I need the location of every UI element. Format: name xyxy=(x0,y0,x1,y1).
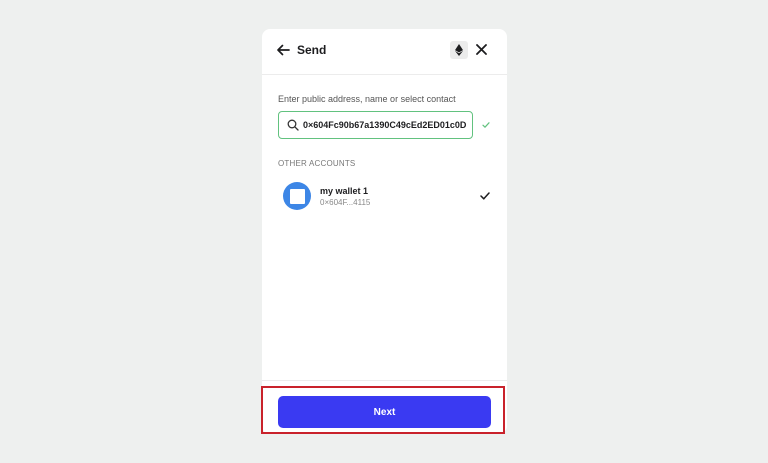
recipient-address-input[interactable] xyxy=(303,112,470,138)
other-accounts-label: OTHER ACCOUNTS xyxy=(278,159,356,168)
account-list-item[interactable]: my wallet 1 0×604F...4115 xyxy=(278,179,496,215)
send-footer: Next xyxy=(262,380,507,434)
send-panel: Send Enter public address, name or selec… xyxy=(262,29,507,434)
account-address: 0×604F...4115 xyxy=(320,198,371,207)
page-title: Send xyxy=(297,43,327,57)
check-valid-icon xyxy=(482,122,490,128)
arrow-left-icon[interactable] xyxy=(276,43,290,57)
network-selector-button[interactable] xyxy=(450,41,468,59)
checkmark-icon xyxy=(480,192,490,200)
next-button[interactable]: Next xyxy=(278,396,491,428)
recipient-search-field[interactable] xyxy=(278,111,473,139)
recipient-field-label: Enter public address, name or select con… xyxy=(278,94,456,104)
avatar xyxy=(283,182,311,210)
account-name: my wallet 1 xyxy=(320,186,369,196)
wallet-avatar-icon xyxy=(289,188,305,204)
ethereum-icon xyxy=(455,44,463,56)
close-icon[interactable] xyxy=(476,44,487,55)
search-icon xyxy=(287,119,299,131)
send-header: Send xyxy=(262,29,507,75)
